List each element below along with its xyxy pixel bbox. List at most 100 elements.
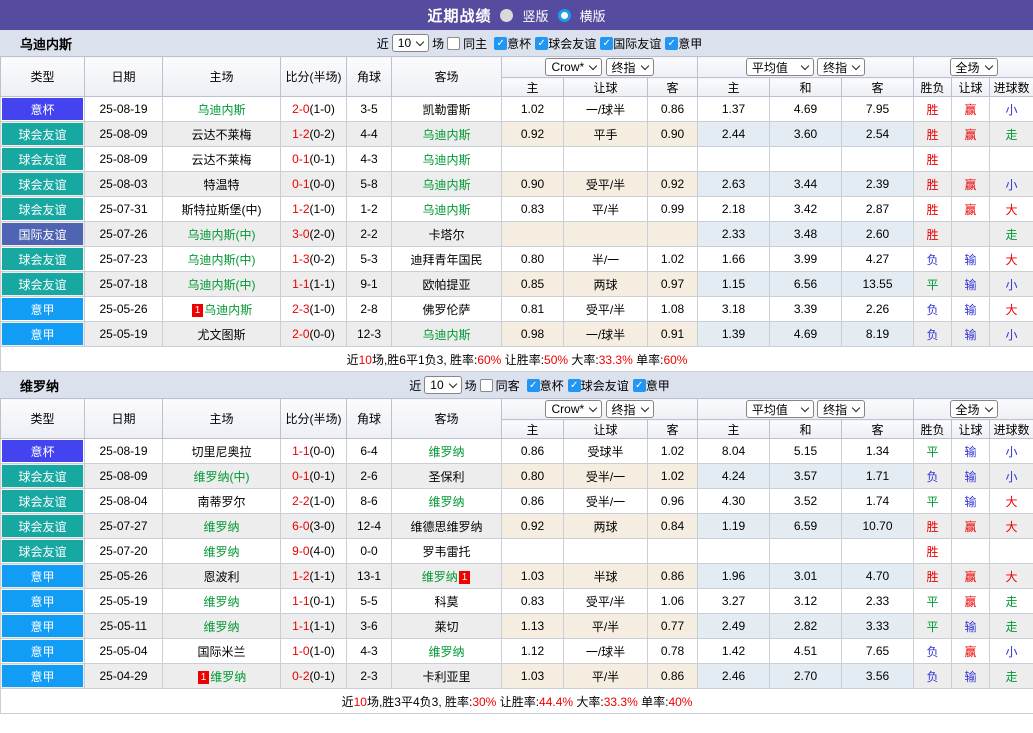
avg-away-odds: 2.87: [842, 197, 914, 222]
summary-segment: 10: [354, 695, 367, 709]
result-wdl: 胜: [914, 564, 952, 589]
odds-stage-select[interactable]: 终指: [606, 58, 654, 76]
match-score: 1-1(1-1): [281, 272, 347, 297]
away-team: 维德思维罗纳: [410, 520, 482, 534]
col-crow-home: 主: [502, 420, 564, 439]
match-score: 0-2(0-1): [281, 664, 347, 689]
crow-home-odds: 0.86: [502, 439, 564, 464]
match-score: 6-0(3-0): [281, 514, 347, 539]
crow-away-odds: 1.08: [648, 297, 698, 322]
col-home: 主场: [163, 57, 281, 97]
competition-badge: 球会友谊: [2, 248, 83, 270]
competition-filter-checkbox[interactable]: ✓: [535, 37, 548, 50]
result-handicap: 赢: [952, 564, 990, 589]
avg-away-odds: 1.71: [842, 464, 914, 489]
competition-filter-checkbox[interactable]: ✓: [600, 37, 613, 50]
vertical-layout-radio[interactable]: [500, 9, 513, 22]
result-goals: 走: [990, 664, 1033, 689]
bookmaker-select[interactable]: Crow*: [545, 400, 602, 418]
same-venue-checkbox[interactable]: [480, 379, 493, 392]
fulltime-score: 0-1: [292, 152, 309, 166]
summary-segment: 60%: [663, 353, 687, 367]
away-team-cell: 佛罗伦萨: [392, 297, 502, 322]
avg-away-odds: 7.95: [842, 97, 914, 122]
chevron-down-icon: [801, 403, 809, 411]
average-select[interactable]: 平均值: [746, 58, 814, 76]
same-venue-checkbox[interactable]: [447, 37, 460, 50]
away-team-cell: 欧帕提亚: [392, 272, 502, 297]
bookmaker-select-value: Crow*: [551, 60, 584, 74]
crow-select-group: Crow* 终指: [502, 57, 698, 78]
fulltime-select[interactable]: 全场: [950, 400, 998, 418]
summary-segment: 让胜率:: [501, 353, 544, 367]
crow-away-odds: 0.97: [648, 272, 698, 297]
match-date: 25-08-04: [85, 489, 163, 514]
result-wdl: 胜: [914, 147, 952, 172]
odds-stage-select-2[interactable]: 终指: [817, 400, 865, 418]
col-date: 日期: [85, 57, 163, 97]
home-team: 切里尼奥拉: [191, 445, 251, 459]
match-row: 球会友谊25-08-09云达不莱梅1-2(0-2)4-4乌迪内斯0.92平手0.…: [1, 122, 1033, 147]
competition-filter-checkbox[interactable]: ✓: [494, 37, 507, 50]
halftime-score: (1-1): [310, 569, 335, 583]
corner-count: 5-5: [347, 589, 392, 614]
competition-filter-checkbox[interactable]: ✓: [568, 379, 581, 392]
home-team: 维罗纳: [210, 670, 246, 684]
competition-filter-checkbox[interactable]: ✓: [633, 379, 646, 392]
crow-handicap: 一/球半: [564, 322, 648, 347]
away-team-cell: 维罗纳1: [392, 564, 502, 589]
average-select[interactable]: 平均值: [746, 400, 814, 418]
home-team-cell: 1乌迪内斯: [163, 297, 281, 322]
home-team-cell: 斯特拉斯堡(中): [163, 197, 281, 222]
odds-stage-select[interactable]: 终指: [606, 400, 654, 418]
result-handicap: 输: [952, 614, 990, 639]
crow-home-odds: 0.83: [502, 197, 564, 222]
col-handicap-result: 让球: [952, 420, 990, 439]
home-team-cell: 云达不莱梅: [163, 122, 281, 147]
home-team: 乌迪内斯: [197, 103, 245, 117]
odds-stage-select-2-value: 终指: [823, 59, 847, 76]
col-away: 客场: [392, 399, 502, 439]
match-score: 3-0(2-0): [281, 222, 347, 247]
result-goals: 小: [990, 272, 1033, 297]
away-team-cell: 维德思维罗纳: [392, 514, 502, 539]
summary-segment: 大率:: [573, 695, 604, 709]
col-wdl: 胜负: [914, 420, 952, 439]
avg-away-odds: 3.33: [842, 614, 914, 639]
match-score: 1-2(1-1): [281, 564, 347, 589]
competition-badge: 球会友谊: [2, 273, 83, 295]
competition-filter-label: 意甲: [678, 35, 702, 52]
bookmaker-select[interactable]: Crow*: [545, 58, 602, 76]
avg-draw-odds: 3.01: [770, 564, 842, 589]
fulltime-select[interactable]: 全场: [950, 58, 998, 76]
match-row: 球会友谊25-07-27维罗纳6-0(3-0)12-4维德思维罗纳0.92两球0…: [1, 514, 1033, 539]
competition-type-cell: 意甲: [1, 297, 85, 322]
away-team-cell: 乌迪内斯: [392, 197, 502, 222]
fulltime-select-value: 全场: [956, 59, 980, 76]
competition-filter-label: 意杯: [507, 35, 531, 52]
competition-badge: 球会友谊: [2, 515, 83, 537]
competition-filter-checkbox[interactable]: ✓: [665, 37, 678, 50]
crow-away-odds: 0.96: [648, 489, 698, 514]
horizontal-layout-radio[interactable]: [558, 9, 571, 22]
match-count-select[interactable]: 10: [392, 34, 429, 52]
avg-draw-odds: 6.56: [770, 272, 842, 297]
page-title: 近期战绩: [427, 5, 491, 26]
avg-away-odds: [842, 147, 914, 172]
avg-away-odds: 2.26: [842, 297, 914, 322]
result-handicap: 赢: [952, 97, 990, 122]
summary-segment: 让胜率:: [496, 695, 539, 709]
home-team-cell: 乌迪内斯: [163, 97, 281, 122]
crow-home-odds: 0.90: [502, 172, 564, 197]
corner-count: 4-3: [347, 639, 392, 664]
summary-segment: 单率:: [638, 695, 669, 709]
result-handicap: 输: [952, 297, 990, 322]
filters: 近 10 场 同客 ✓意杯✓球会友谊✓意甲: [409, 376, 669, 394]
bookmaker-select-value: Crow*: [551, 402, 584, 416]
odds-stage-select-2[interactable]: 终指: [817, 58, 865, 76]
halftime-score: (1-1): [310, 277, 335, 291]
competition-filter-checkbox[interactable]: ✓: [527, 379, 540, 392]
match-count-select[interactable]: 10: [424, 376, 461, 394]
crow-handicap: 两球: [564, 272, 648, 297]
crow-handicap: 平/半: [564, 614, 648, 639]
